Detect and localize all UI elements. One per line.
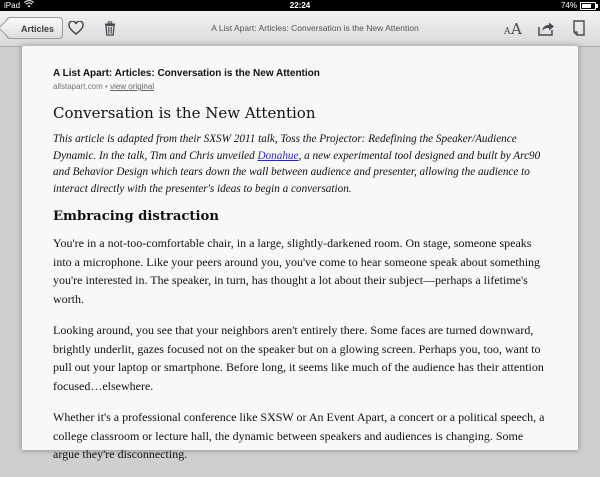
heart-icon[interactable] xyxy=(66,18,86,38)
battery-indicator: 74% xyxy=(560,0,598,11)
back-button-label: Articles xyxy=(21,24,55,34)
donahue-link[interactable]: Donahue xyxy=(257,150,298,162)
text-size-icon[interactable]: AA xyxy=(503,18,525,38)
paragraph: You're in a not-too-comfortable chair, i… xyxy=(53,236,541,306)
paragraph: Whether it's a professional conference l… xyxy=(53,410,545,461)
article-meta: allstapart.com • view original xyxy=(53,82,548,91)
battery-percent: 74% xyxy=(560,1,577,10)
paragraph: Looking around, you see that your neighb… xyxy=(53,323,544,393)
battery-icon xyxy=(580,1,598,10)
article-intro: This article is adapted from their SXSW … xyxy=(53,131,548,197)
article-page: A List Apart: Articles: Conversation is … xyxy=(22,46,578,461)
status-bar: iPad 22:24 74% xyxy=(0,0,600,11)
article-content: A List Apart: Articles: Conversation is … xyxy=(53,68,548,477)
toolbar: Articles A List Apart: Articles: Convers… xyxy=(0,11,600,47)
back-button[interactable]: Articles xyxy=(6,17,64,39)
section-heading: Embracing distraction xyxy=(53,209,219,224)
toolbar-title: A List Apart: Articles: Conversation is … xyxy=(211,23,419,33)
meta-separator: • xyxy=(105,82,108,91)
trash-icon[interactable] xyxy=(100,18,120,38)
svg-text:A: A xyxy=(510,20,522,36)
clock: 22:24 xyxy=(289,1,311,10)
share-icon[interactable] xyxy=(536,18,556,38)
view-original-link[interactable]: view original xyxy=(110,82,154,91)
bookmark-page-icon[interactable] xyxy=(569,18,589,38)
source-title: A List Apart: Articles: Conversation is … xyxy=(53,68,320,79)
source-domain: allstapart.com xyxy=(53,82,103,91)
svg-text:A: A xyxy=(503,27,511,36)
article-title: Conversation is the New Attention xyxy=(53,104,316,122)
